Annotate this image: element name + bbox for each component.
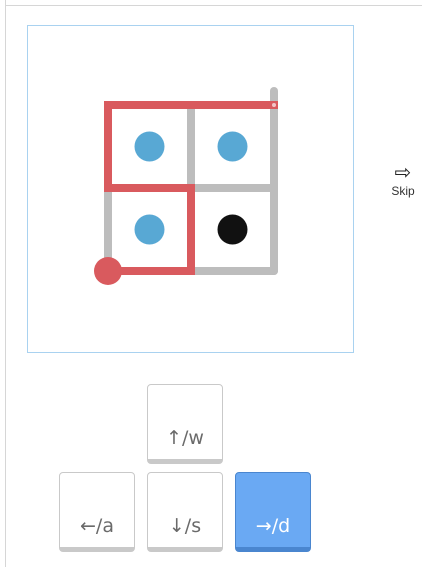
key-right-label: →/d — [255, 515, 291, 537]
frame-border-top — [5, 5, 422, 6]
drawn-path — [94, 101, 278, 285]
key-up[interactable]: ↑/w — [147, 384, 223, 464]
path-start-node — [94, 257, 122, 285]
path-end-highlight — [272, 103, 276, 107]
key-down-label: ↓/s — [168, 515, 202, 537]
skip-label: Skip — [391, 184, 415, 198]
right-arrow-outline-icon: ⇨ — [394, 160, 412, 184]
skip-button[interactable]: ⇨ Skip — [384, 162, 422, 198]
puzzle-panel — [27, 25, 354, 353]
key-left-label: ←/a — [80, 515, 114, 537]
puzzle-dot — [217, 131, 248, 162]
frame-border-left — [5, 0, 6, 567]
key-left[interactable]: ←/a — [59, 472, 135, 552]
key-up-label: ↑/w — [166, 427, 204, 449]
puzzle-board[interactable] — [28, 26, 355, 354]
key-right[interactable]: →/d — [235, 472, 311, 552]
puzzle-dot — [134, 214, 165, 245]
key-down[interactable]: ↓/s — [147, 472, 223, 552]
puzzle-dot — [134, 131, 165, 162]
puzzle-dot — [217, 214, 248, 245]
